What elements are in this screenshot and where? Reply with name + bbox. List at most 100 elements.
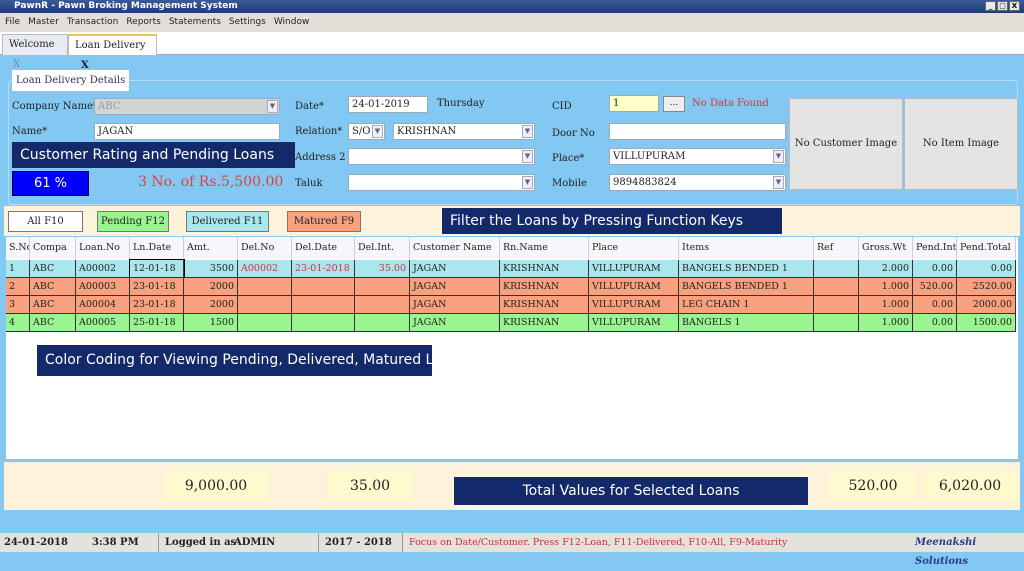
cell-sno: 3 <box>6 296 30 314</box>
cell-ln-date: 23-01-18 <box>130 278 184 296</box>
relation-select[interactable]: S/O ▼ <box>348 123 385 140</box>
column-header-amount[interactable]: Amt. <box>184 237 238 259</box>
cell-customer-name: JAGAN <box>410 278 500 296</box>
menu-file[interactable]: File <box>5 17 20 27</box>
cell-del-date <box>292 314 355 332</box>
cell-place: VILLUPURAM <box>589 260 679 278</box>
cell-items: LEG CHAIN 1 <box>679 296 814 314</box>
cell-loan-no: A00003 <box>76 278 130 296</box>
place-label: Place* <box>552 153 585 164</box>
status-year: 2017 - 2018 <box>318 533 392 552</box>
chevron-down-icon[interactable]: ▼ <box>522 150 533 163</box>
cell-sno: 4 <box>6 314 30 332</box>
cell-place: VILLUPURAM <box>589 296 679 314</box>
column-header-rn-name[interactable]: Rn.Name <box>500 237 589 259</box>
cell-del-no <box>238 296 292 314</box>
cell-items: BANGELS BENDED 1 <box>679 278 814 296</box>
column-header-ln-date[interactable]: Ln.Date <box>130 237 184 259</box>
table-row[interactable]: 1 ABC A00002 12-01-18 3500 A00002 23-01-2018 35… <box>6 259 1016 279</box>
cell-customer-name: JAGAN <box>410 314 500 332</box>
place-select[interactable]: VILLUPURAM ▼ <box>609 148 786 165</box>
taluk-select[interactable]: ▼ <box>348 174 535 191</box>
column-header-sno[interactable]: S.No <box>6 237 30 259</box>
table-row[interactable]: 2 ABC A00003 23-01-18 2000 JAGAN KRISHNAN VILLU… <box>6 278 1016 296</box>
cell-customer-name: JAGAN <box>410 260 500 278</box>
cell-amount: 1500 <box>184 314 238 332</box>
column-header-ref[interactable]: Ref <box>814 237 859 259</box>
cell-gross-wt: 2.000 <box>859 260 913 278</box>
day-label: Thursday <box>437 98 485 109</box>
cell-pend-total: 1500.00 <box>957 314 1016 332</box>
company-label: Company Name* <box>12 101 98 112</box>
cell-gross-wt: 1.000 <box>859 278 913 296</box>
cell-customer-name: JAGAN <box>410 296 500 314</box>
name-input[interactable]: JAGAN <box>94 123 280 140</box>
pending-loans-summary: 3 No. of Rs.5,500.00 <box>138 174 284 190</box>
menu-window[interactable]: Window <box>274 17 310 27</box>
column-header-items[interactable]: Items <box>679 237 814 259</box>
filter-delivered-button[interactable]: Delivered F11 <box>186 211 269 232</box>
status-time: 3:38 PM <box>92 537 139 548</box>
status-hint: Focus on Date/Customer. Press F12-Loan, … <box>402 533 787 552</box>
callout-filter: Filter the Loans by Pressing Function Ke… <box>442 208 782 234</box>
chevron-down-icon[interactable]: ▼ <box>773 176 784 189</box>
menu-reports[interactable]: Reports <box>126 17 161 27</box>
column-header-del-date[interactable]: Del.Date <box>292 237 355 259</box>
cell-ln-date: 12-01-18 <box>129 259 185 279</box>
column-header-customer-name[interactable]: Customer Name <box>410 237 500 259</box>
table-row[interactable]: 4 ABC A00005 25-01-18 1500 JAGAN KRISHNAN VILLU… <box>6 314 1016 332</box>
cell-del-int: 35.00 <box>355 260 410 278</box>
chevron-down-icon[interactable]: ▼ <box>522 125 533 138</box>
relation-label: Relation* <box>295 126 343 137</box>
column-header-loan-no[interactable]: Loan.No <box>76 237 130 259</box>
tab-welcome[interactable]: Welcome X <box>2 34 68 70</box>
close-tab-icon[interactable]: X <box>13 59 20 70</box>
filter-pending-button[interactable]: Pending F12 <box>97 211 169 232</box>
chevron-down-icon[interactable]: ▼ <box>522 176 533 189</box>
date-input[interactable]: 24-01-2019 <box>348 96 428 113</box>
doorno-input[interactable] <box>609 123 786 140</box>
table-row[interactable]: 3 ABC A00004 23-01-18 2000 JAGAN KRISHNAN VILLU… <box>6 296 1016 314</box>
cell-items: BANGELS 1 <box>679 314 814 332</box>
chevron-down-icon[interactable]: ▼ <box>372 125 383 138</box>
column-header-gross-wt[interactable]: Gross.Wt <box>859 237 913 259</box>
restore-button[interactable]: □ <box>997 1 1008 11</box>
menu-settings[interactable]: Settings <box>229 17 266 27</box>
menu-master[interactable]: Master <box>28 17 59 27</box>
close-window-button[interactable]: X <box>1009 1 1020 11</box>
customer-rating: 61 % <box>12 171 89 196</box>
company-select[interactable]: ABC ▼ <box>94 98 280 115</box>
minimize-button[interactable]: _ <box>985 1 996 11</box>
cid-input[interactable]: 1 <box>609 95 659 112</box>
chevron-down-icon[interactable]: ▼ <box>773 150 784 163</box>
chevron-down-icon[interactable]: ▼ <box>267 100 278 113</box>
filter-matured-button[interactable]: Matured F9 <box>287 211 361 232</box>
cell-ref <box>814 278 859 296</box>
cell-ref <box>814 260 859 278</box>
cid-search-button[interactable]: ... <box>663 96 685 112</box>
tab-label: Loan Delivery <box>75 40 146 51</box>
column-header-del-no[interactable]: Del.No <box>238 237 292 259</box>
relation-name-value: KRISHNAN <box>397 126 457 137</box>
cell-del-date <box>292 296 355 314</box>
tab-bar: Welcome X Loan Delivery X <box>0 32 1024 71</box>
status-date: 24-01-2018 <box>4 537 68 548</box>
column-header-company[interactable]: Compa <box>30 237 76 259</box>
cell-items: BANGELS BENDED 1 <box>679 260 814 278</box>
column-header-place[interactable]: Place <box>589 237 679 259</box>
column-header-pend-total[interactable]: Pend.Total <box>957 237 1016 259</box>
filter-all-button[interactable]: All F10 <box>8 211 83 232</box>
total-pend-int: 520.00 <box>829 472 917 500</box>
relation-name-select[interactable]: KRISHNAN ▼ <box>393 123 535 140</box>
menu-statements[interactable]: Statements <box>169 17 221 27</box>
cell-pend-total: 2520.00 <box>957 278 1016 296</box>
column-header-pend-int[interactable]: Pend.Int. <box>913 237 957 259</box>
address2-select[interactable]: ▼ <box>348 148 535 165</box>
menu-transaction[interactable]: Transaction <box>67 17 119 27</box>
tab-loan-delivery[interactable]: Loan Delivery X <box>68 34 157 71</box>
tab-label: Welcome <box>9 39 55 50</box>
callout-rating: Customer Rating and Pending Loans <box>12 142 295 168</box>
mobile-select[interactable]: 9894883824 ▼ <box>609 174 786 191</box>
cell-del-int <box>355 278 410 296</box>
column-header-del-int[interactable]: Del.Int. <box>355 237 410 259</box>
